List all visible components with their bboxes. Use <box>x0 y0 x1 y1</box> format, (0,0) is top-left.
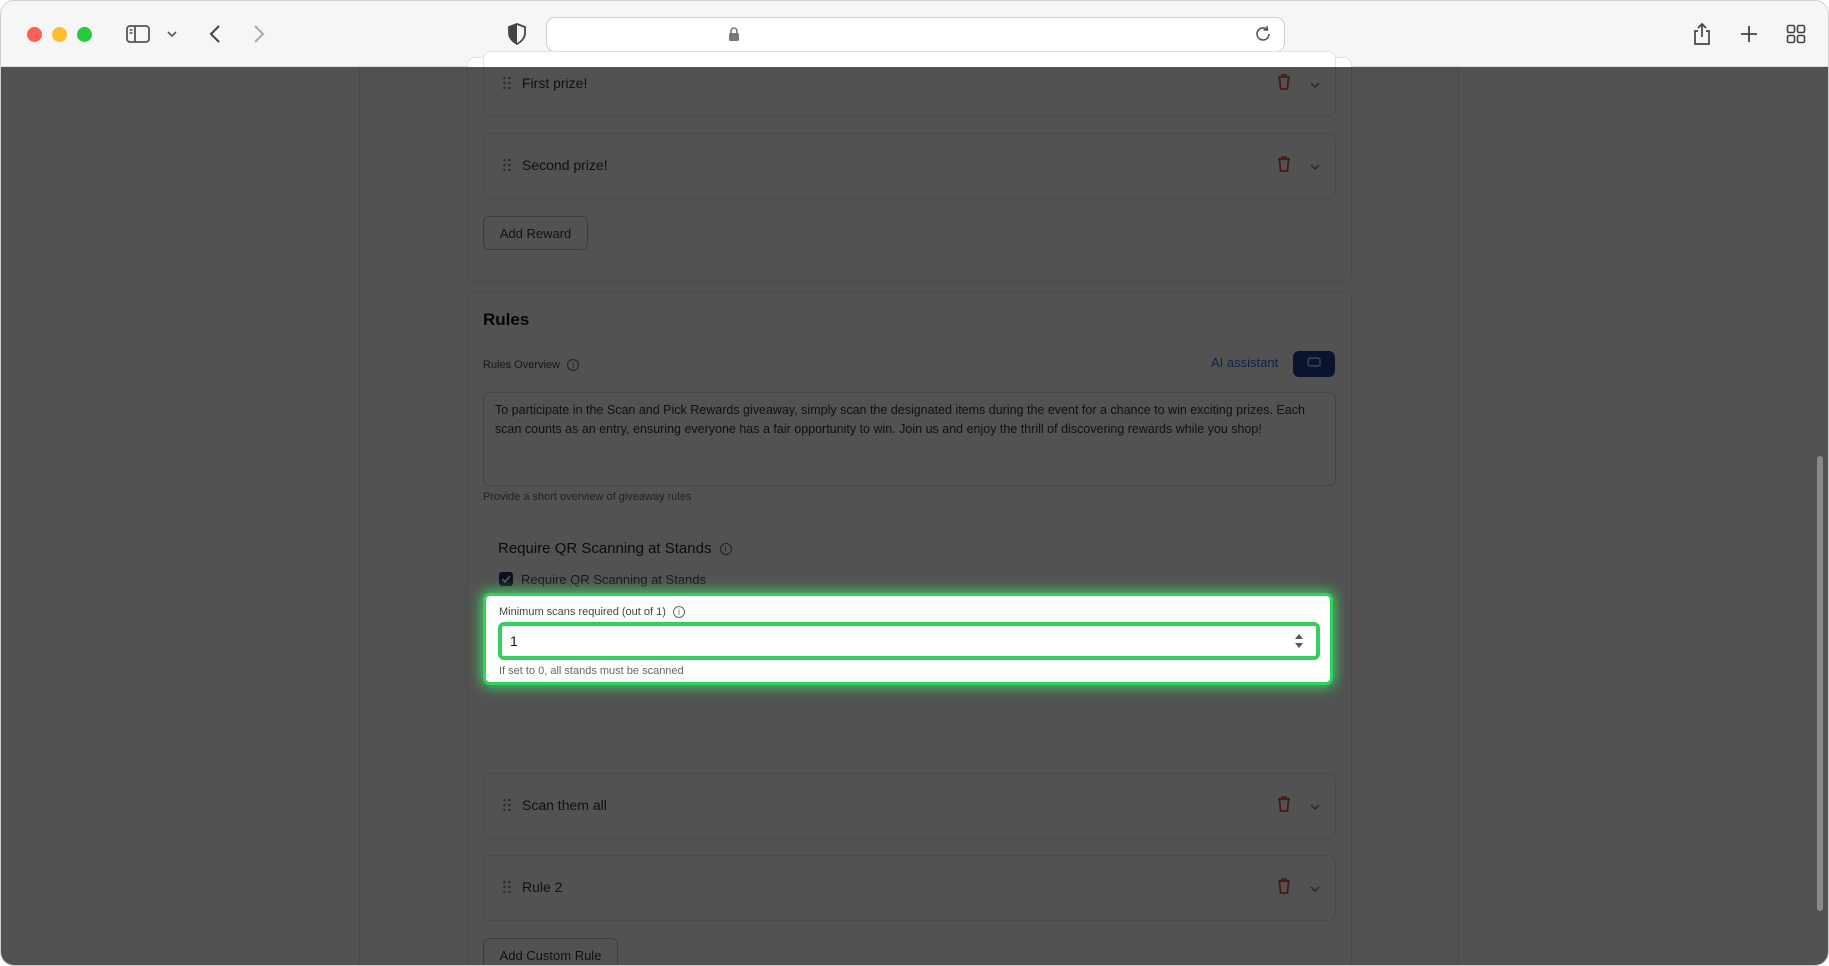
custom-rule-label: Rule 2 <box>522 879 563 895</box>
min-scans-label: Minimum scans required (out of 1) i <box>499 606 685 619</box>
rules-title: Rules <box>483 310 530 329</box>
add-reward-button[interactable]: Add Reward <box>483 216 588 250</box>
close-window-button[interactable] <box>27 27 42 42</box>
trash-icon[interactable] <box>1277 74 1291 95</box>
tab-overview-icon[interactable] <box>1785 21 1807 47</box>
browser-window: First prize! Second prize! Add Reward Ru… <box>0 0 1829 966</box>
custom-rule-label: Scan them all <box>522 797 607 813</box>
trash-icon[interactable] <box>1277 796 1291 817</box>
rules-overview-textarea[interactable]: To participate in the Scan and Pick Rewa… <box>483 392 1336 486</box>
reward-item[interactable]: First prize! <box>483 51 1336 117</box>
stepper-arrows-icon[interactable] <box>1294 631 1304 651</box>
chevron-down-icon[interactable] <box>165 21 179 47</box>
min-scans-hint: If set to 0, all stands must be scanned <box>499 665 684 677</box>
rules-overview-hint: Provide a short overview of giveaway rul… <box>483 491 692 503</box>
trash-icon[interactable] <box>1277 878 1291 899</box>
address-bar[interactable] <box>546 17 1285 52</box>
forward-arrow-icon[interactable] <box>249 21 269 47</box>
rules-overview-label-text: Rules Overview <box>483 359 561 371</box>
drag-handle-icon[interactable] <box>502 76 512 90</box>
chevron-down-icon[interactable] <box>1309 158 1321 176</box>
page-scrollbar[interactable] <box>1817 456 1823 911</box>
reward-item-label: First prize! <box>522 75 588 91</box>
ai-assistant-link[interactable]: AI assistant <box>1211 355 1278 370</box>
new-tab-icon[interactable] <box>1738 21 1760 47</box>
minimize-window-button[interactable] <box>52 27 67 42</box>
min-scans-input[interactable] <box>498 622 1320 660</box>
sparkle-icon <box>1307 355 1321 373</box>
ai-assistant-button[interactable] <box>1293 351 1335 377</box>
qr-section-title: Require QR Scanning at Stands i <box>498 540 732 557</box>
qr-required-checkbox-label: Require QR Scanning at Stands <box>521 572 706 587</box>
min-scans-label-text: Minimum scans required (out of 1) <box>499 606 666 618</box>
chevron-down-icon[interactable] <box>1309 798 1321 816</box>
page-content: First prize! Second prize! Add Reward Ru… <box>1 51 1828 965</box>
info-icon[interactable]: i <box>719 543 732 556</box>
custom-rule-item[interactable]: Scan them all <box>483 773 1336 839</box>
reward-item[interactable]: Second prize! <box>483 133 1336 199</box>
drag-handle-icon[interactable] <box>502 798 512 812</box>
min-scans-highlight: Minimum scans required (out of 1) i If s… <box>483 593 1333 685</box>
reload-icon[interactable] <box>1254 25 1272 48</box>
qr-required-checkbox[interactable] <box>499 572 513 586</box>
info-icon[interactable]: i <box>567 359 580 372</box>
back-arrow-icon[interactable] <box>205 21 225 47</box>
trash-icon[interactable] <box>1277 156 1291 177</box>
drag-handle-icon[interactable] <box>502 158 512 172</box>
custom-rule-item[interactable]: Rule 2 <box>483 855 1336 921</box>
qr-section-title-text: Require QR Scanning at Stands <box>498 540 712 557</box>
reward-item-label: Second prize! <box>522 157 608 173</box>
rules-overview-label: Rules Overview i <box>483 359 580 372</box>
chevron-down-icon[interactable] <box>1309 76 1321 94</box>
drag-handle-icon[interactable] <box>502 880 512 894</box>
maximize-window-button[interactable] <box>77 27 92 42</box>
add-custom-rule-button[interactable]: Add Custom Rule <box>483 938 618 965</box>
chevron-down-icon[interactable] <box>1309 880 1321 898</box>
info-icon[interactable]: i <box>672 606 685 619</box>
sidebar-toggle-icon[interactable] <box>125 21 151 47</box>
min-scans-input-field[interactable] <box>510 630 1270 652</box>
lock-icon <box>728 27 740 47</box>
shield-icon[interactable] <box>506 21 528 47</box>
share-icon[interactable] <box>1691 21 1713 47</box>
